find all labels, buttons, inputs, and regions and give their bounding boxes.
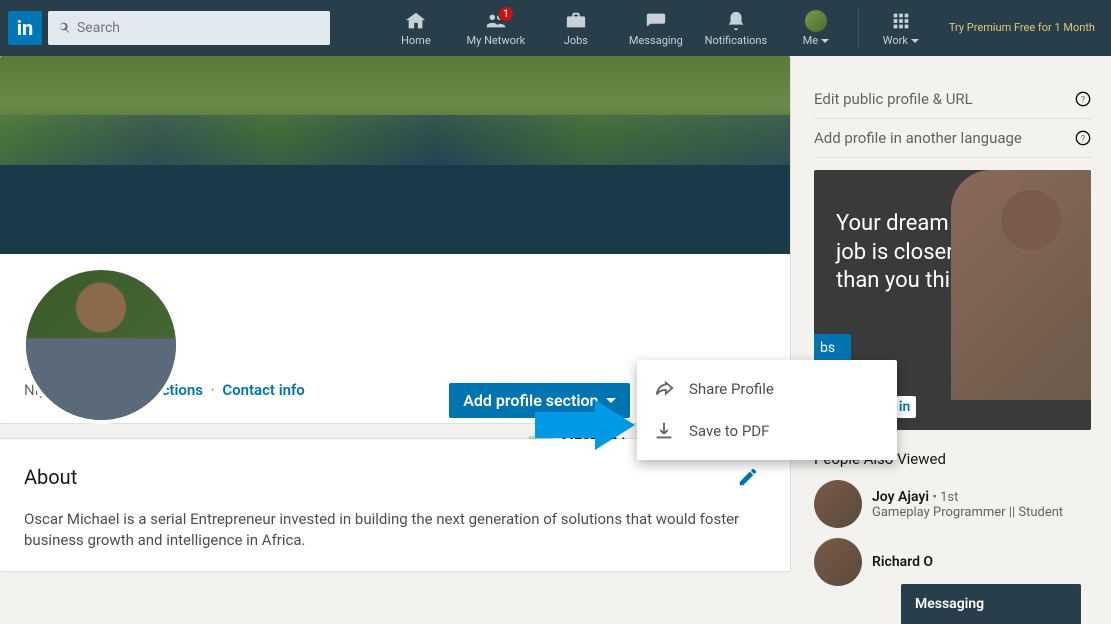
nav-items: Home My Network 1 Jobs Messaging Notific… [376,0,1103,56]
grid-icon [890,10,912,32]
help-icon[interactable]: ? [1075,130,1091,146]
help-icon[interactable]: ? [1075,91,1091,107]
nav-notifications-label: Notifications [705,34,768,47]
pav-name: Joy Ajayi • 1st [872,489,1091,505]
avatar-icon [805,10,827,32]
linkedin-logo[interactable]: in [8,11,42,45]
ad-image [951,170,1091,400]
sidebar: Edit public profile & URL ? Add profile … [814,56,1091,596]
profile-photo[interactable] [22,266,180,424]
nav-jobs[interactable]: Jobs [536,0,616,56]
nav-messaging-label: Messaging [629,34,683,47]
search-bar[interactable] [48,11,330,45]
pav-item[interactable]: Richard O [814,538,1091,586]
nav-me-label: Me [803,34,829,47]
about-heading: About [24,465,77,489]
top-navigation: in Home My Network 1 Jobs Messaging Noti… [0,0,1111,56]
nav-divider [858,8,859,48]
separator: · [211,381,215,399]
bell-icon [725,10,747,32]
nav-notifications[interactable]: Notifications [696,0,776,56]
search-input[interactable] [77,20,320,36]
pav-item[interactable]: Joy Ajayi • 1st Gameplay Programmer || S… [814,480,1091,528]
nav-home[interactable]: Home [376,0,456,56]
more-dropdown: Share Profile Save to PDF [637,360,897,460]
nav-me[interactable]: Me [776,0,856,56]
chevron-down-icon [821,39,829,43]
nav-jobs-label: Jobs [564,34,588,47]
nav-work[interactable]: Work [861,0,941,56]
pdf-label: Save to PDF [689,422,769,440]
share-label: Share Profile [689,380,774,398]
pav-avatar [814,538,862,586]
cover-photo[interactable] [0,56,790,254]
pav-avatar [814,480,862,528]
ad-button[interactable]: bs [814,334,851,362]
briefcase-icon [565,10,587,32]
pav-name: Richard O [872,554,1091,570]
save-to-pdf-item[interactable]: Save to PDF [637,410,897,452]
svg-text:?: ? [1081,94,1086,105]
contact-info-link[interactable]: Contact info [222,381,304,399]
nav-work-label: Work [883,34,919,47]
chevron-down-icon [911,39,919,43]
message-icon [645,10,667,32]
messaging-bar[interactable]: Messaging [901,584,1081,624]
add-lang-label: Add profile in another language [814,129,1022,147]
nav-network-label: My Network [467,34,526,47]
download-icon [653,420,675,442]
home-icon [405,10,427,32]
arrow-annotation [535,400,635,454]
nav-network[interactable]: My Network 1 [456,0,536,56]
edit-about-button[interactable] [730,459,766,495]
share-profile-item[interactable]: Share Profile [637,368,897,410]
nav-messaging[interactable]: Messaging [616,0,696,56]
pav-title: Gameplay Programmer || Student [872,505,1091,520]
edit-url-label: Edit public profile & URL [814,90,973,108]
nav-home-label: Home [401,34,431,47]
pencil-icon [737,466,759,488]
network-badge: 1 [498,6,514,22]
share-icon [653,378,675,400]
premium-link[interactable]: Try Premium Free for 1 Month [941,0,1103,56]
svg-text:?: ? [1081,133,1086,144]
about-text: Oscar Michael is a serial Entrepreneur i… [24,509,766,551]
edit-public-profile-link[interactable]: Edit public profile & URL ? [814,80,1091,119]
add-language-link[interactable]: Add profile in another language ? [814,119,1091,158]
search-icon [58,21,71,35]
